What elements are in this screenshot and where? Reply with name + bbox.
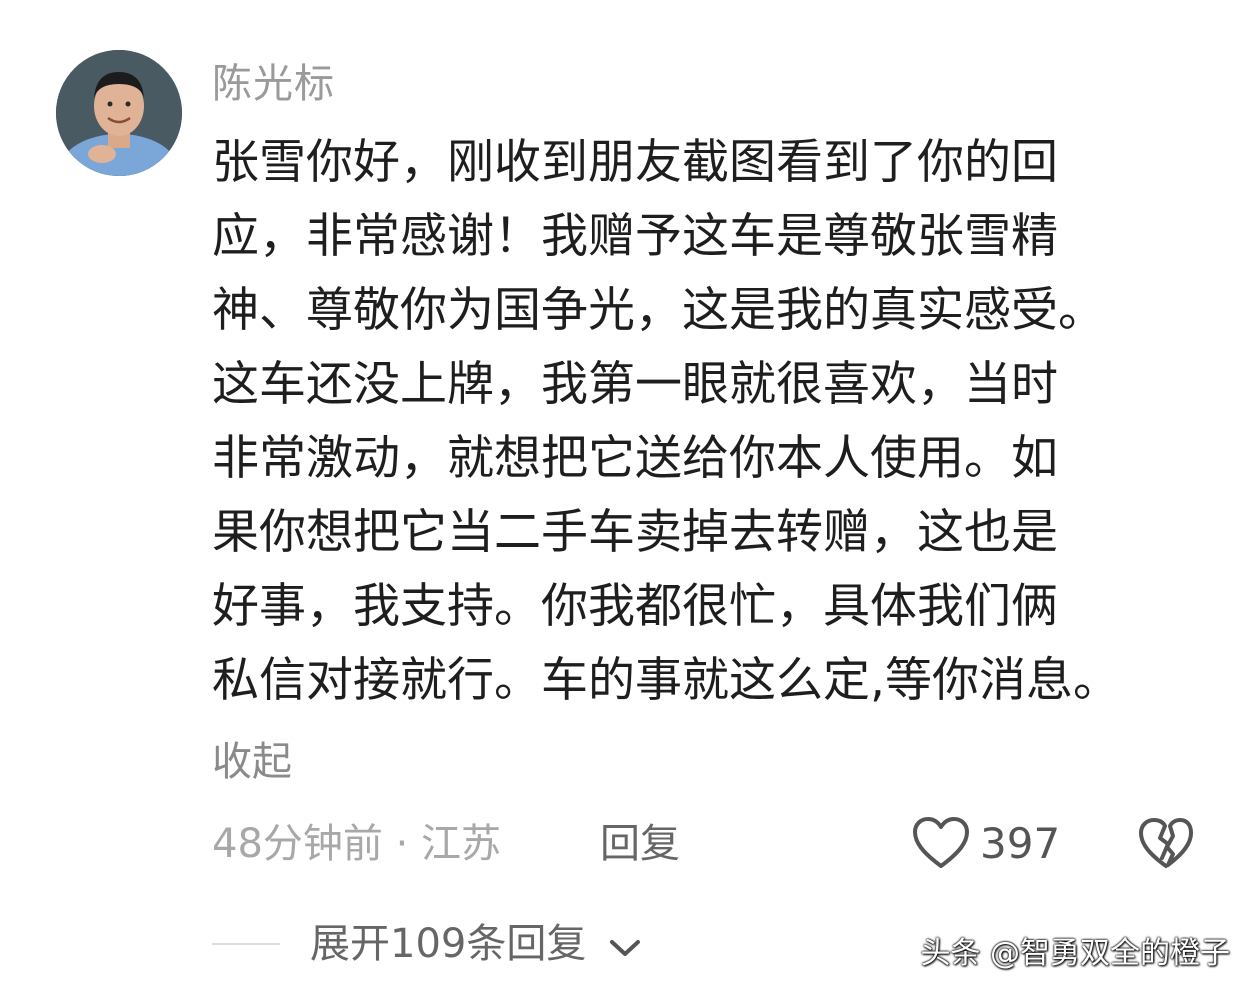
divider (212, 943, 280, 945)
chevron-down-icon (609, 920, 641, 972)
user-avatar-photo (56, 50, 182, 176)
like-count: 397 (980, 819, 1061, 868)
reply-button[interactable]: 回复 (600, 818, 680, 870)
comment-line: 非常激动，就想把它送给你本人使用。如 (212, 431, 1058, 486)
comment-line: 这车还没上牌，我第一眼就很喜欢，当时 (212, 357, 1058, 412)
comment-line: 好事，我支持。你我都很忙，具体我们俩 (212, 579, 1058, 634)
comment-meta-row: 48分钟前 · 江苏 回复 397 (212, 814, 1212, 874)
watermark: 头条 @智勇双全的橙子 (920, 936, 1230, 971)
comment-line: 私信对接就行。车的事就这么定,等你消息。 (212, 653, 1120, 708)
heart-outline-icon[interactable] (912, 816, 970, 872)
collapse-button[interactable]: 收起 (212, 736, 292, 788)
avatar[interactable] (56, 50, 182, 176)
comment-line: 果你想把它当二手车卖掉去转赠，这也是 (212, 505, 1058, 560)
expand-replies-button[interactable]: 展开109条回复 (310, 918, 641, 972)
comment-username[interactable]: 陈光标 (212, 58, 335, 110)
expand-replies-row: 展开109条回复 (212, 914, 712, 974)
comment-line: 张雪你好，刚收到朋友截图看到了你的回 (212, 135, 1058, 190)
broken-heart-icon[interactable] (1138, 816, 1194, 872)
comment-line: 应，非常感谢！我赠予这车是尊敬张雪精 (212, 209, 1058, 264)
comment-time-location: 48分钟前 · 江苏 (212, 821, 502, 867)
expand-replies-label: 展开109条回复 (310, 921, 587, 967)
comment-text: 张雪你好，刚收到朋友截图看到了你的回 应，非常感谢！我赠予这车是尊敬张雪精 神、… (212, 126, 1212, 718)
comment-line: 神、尊敬你为国争光，这是我的真实感受。 (212, 283, 1105, 338)
